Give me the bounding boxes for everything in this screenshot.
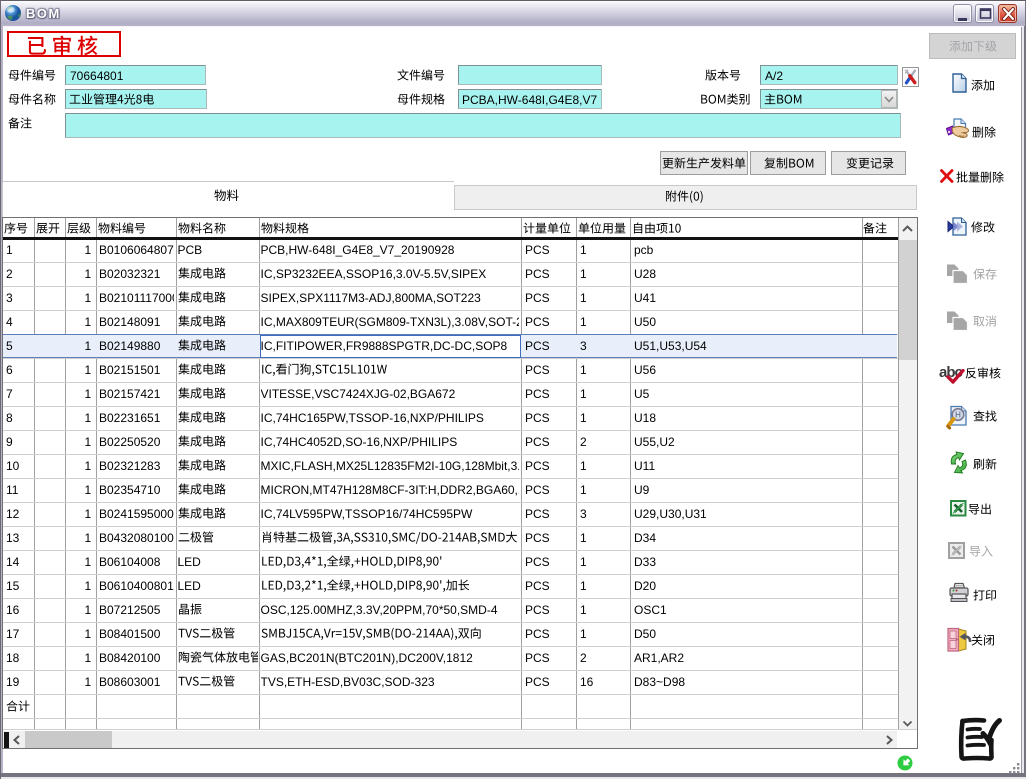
svg-text:H: H	[955, 411, 961, 420]
